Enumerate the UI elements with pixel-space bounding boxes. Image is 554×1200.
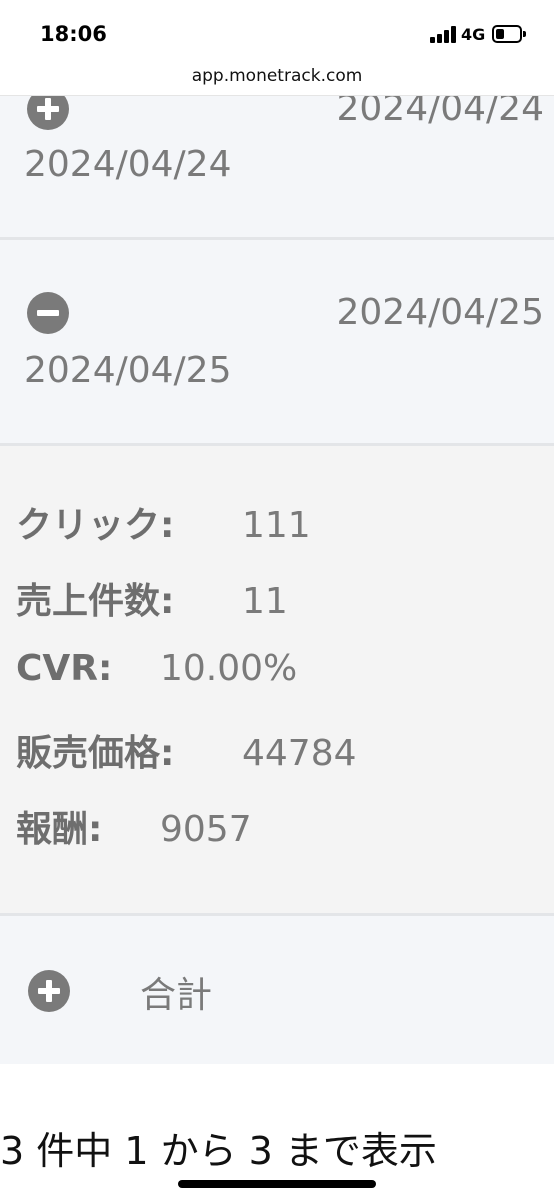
row-date: 2024/04/25	[336, 292, 545, 333]
minus-circle-icon[interactable]	[27, 292, 69, 334]
detail-value: 9057	[160, 809, 252, 850]
detail-label: CVR:	[16, 648, 113, 689]
plus-circle-icon[interactable]	[28, 970, 70, 1012]
table-row[interactable]: 2024/04/25 2024/04/25	[0, 240, 554, 446]
detail-clicks: クリック: 111	[16, 496, 311, 548]
detail-value: 44784	[242, 733, 357, 774]
row-date: 2024/04/24	[24, 144, 232, 185]
detail-sale-price: 販売価格: 44784	[16, 724, 357, 776]
detail-value: 111	[242, 505, 311, 546]
battery-icon	[492, 25, 526, 43]
detail-sales-count: 売上件数: 11	[16, 572, 288, 624]
detail-label: 売上件数:	[16, 581, 175, 622]
url-text: app.monetrack.com	[191, 66, 363, 86]
row-date: 2024/04/25	[24, 350, 232, 391]
total-row[interactable]: 合計	[0, 916, 554, 1064]
detail-label: クリック:	[16, 505, 175, 546]
detail-value: 10.00%	[160, 648, 298, 689]
detail-value: 11	[242, 581, 288, 622]
status-bar: 18:06 4G	[0, 0, 554, 60]
detail-cvr: CVR: 10.00%	[16, 648, 297, 689]
row-details: クリック: 111 売上件数: 11 CVR: 10.00% 販売価格: 44784 報…	[0, 446, 554, 916]
total-label: 合計	[140, 975, 213, 1016]
detail-reward: 報酬: 9057	[16, 800, 252, 852]
status-time: 18:06	[40, 22, 107, 46]
table-row[interactable]: 2024/04/24 2024/04/24	[0, 80, 554, 240]
url-bar[interactable]: app.monetrack.com	[0, 60, 554, 96]
home-indicator	[178, 1180, 376, 1188]
detail-label: 報酬:	[16, 809, 103, 850]
network-label: 4G	[461, 25, 486, 44]
pagination-info: 3 件中 1 から 3 まで表示	[0, 1129, 437, 1173]
detail-label: 販売価格:	[16, 733, 175, 774]
signal-icon	[430, 26, 458, 43]
